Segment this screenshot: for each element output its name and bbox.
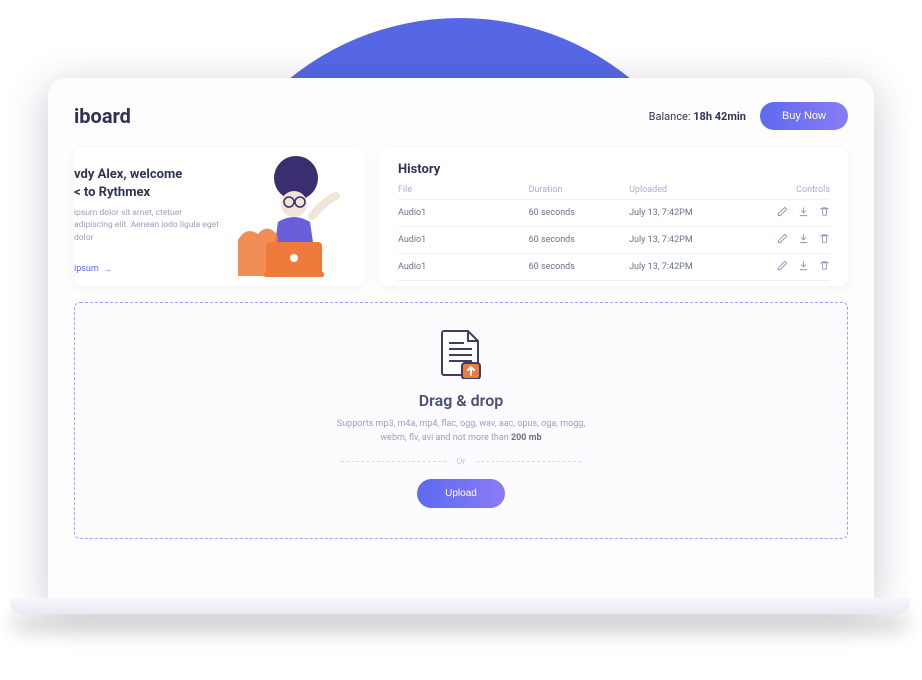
cell-file: Audio1 bbox=[398, 208, 529, 218]
table-row: Audio160 secondsJuly 13, 7:42PM bbox=[398, 226, 830, 253]
trash-icon[interactable] bbox=[819, 260, 830, 274]
trash-icon[interactable] bbox=[819, 233, 830, 247]
col-duration: Duration bbox=[529, 185, 629, 195]
table-row: Audio160 secondsJuly 13, 7:42PM bbox=[398, 199, 830, 226]
cell-file: Audio1 bbox=[398, 235, 529, 245]
trash-icon[interactable] bbox=[819, 206, 830, 220]
document-upload-icon bbox=[438, 329, 484, 379]
welcome-illustration bbox=[218, 154, 358, 279]
edit-icon[interactable] bbox=[777, 206, 788, 220]
cell-uploaded: July 13, 7:42PM bbox=[629, 208, 750, 218]
upload-dropzone[interactable]: Drag & drop Supports mp3, m4a, mp4, flac… bbox=[74, 302, 848, 539]
cell-duration: 60 seconds bbox=[529, 235, 629, 245]
history-header-row: File Duration Uploaded Controls bbox=[398, 185, 830, 199]
app-window: iboard Balance: 18h 42min Buy Now vdy Al… bbox=[48, 78, 874, 603]
balance-label: Balance: bbox=[649, 110, 691, 123]
welcome-link[interactable]: ipsum → bbox=[74, 264, 112, 275]
download-icon[interactable] bbox=[798, 233, 809, 247]
download-icon[interactable] bbox=[798, 260, 809, 274]
history-title: History bbox=[398, 162, 830, 177]
cell-controls bbox=[750, 260, 830, 274]
table-row: Audio160 secondsJuly 13, 7:42PM bbox=[398, 253, 830, 280]
welcome-card: vdy Alex, welcome < to Rythmex ipsum dol… bbox=[74, 148, 364, 286]
col-file: File bbox=[398, 185, 529, 195]
cell-file: Audio1 bbox=[398, 262, 529, 272]
cell-controls bbox=[750, 233, 830, 247]
laptop-base bbox=[10, 598, 910, 614]
welcome-description: ipsum dolor sit amet, ctetuer adipiscing… bbox=[74, 207, 219, 244]
cell-controls bbox=[750, 206, 830, 220]
balance-display: Balance: 18h 42min bbox=[649, 110, 746, 123]
dropzone-description: Supports mp3, m4a, mp4, flac, ogg, wav, … bbox=[326, 418, 596, 445]
history-card: History File Duration Uploaded Controls … bbox=[380, 148, 848, 286]
cell-uploaded: July 13, 7:42PM bbox=[629, 235, 750, 245]
welcome-link-label: ipsum bbox=[74, 264, 99, 274]
table-row: Audio160 secondsJuly 13, 7:42PM bbox=[398, 280, 830, 286]
arrow-right-icon: → bbox=[103, 264, 112, 275]
cell-uploaded: July 13, 7:42PM bbox=[629, 262, 750, 272]
welcome-title: vdy Alex, welcome < to Rythmex bbox=[74, 166, 219, 201]
dropzone-title: Drag & drop bbox=[85, 391, 837, 410]
page-title: iboard bbox=[74, 104, 131, 128]
balance-value: 18h 42min bbox=[693, 110, 746, 123]
content-row: vdy Alex, welcome < to Rythmex ipsum dol… bbox=[74, 148, 848, 286]
download-icon[interactable] bbox=[798, 206, 809, 220]
col-uploaded: Uploaded bbox=[629, 185, 750, 195]
edit-icon[interactable] bbox=[777, 260, 788, 274]
upload-button[interactable]: Upload bbox=[417, 479, 505, 508]
cell-duration: 60 seconds bbox=[529, 208, 629, 218]
history-table: File Duration Uploaded Controls Audio160… bbox=[398, 185, 830, 286]
edit-icon[interactable] bbox=[777, 233, 788, 247]
col-controls: Controls bbox=[750, 185, 830, 195]
or-divider: Or bbox=[331, 457, 591, 467]
cell-duration: 60 seconds bbox=[529, 262, 629, 272]
header: iboard Balance: 18h 42min Buy Now bbox=[74, 102, 848, 130]
header-right: Balance: 18h 42min Buy Now bbox=[649, 102, 848, 130]
buy-now-button[interactable]: Buy Now bbox=[760, 102, 848, 130]
